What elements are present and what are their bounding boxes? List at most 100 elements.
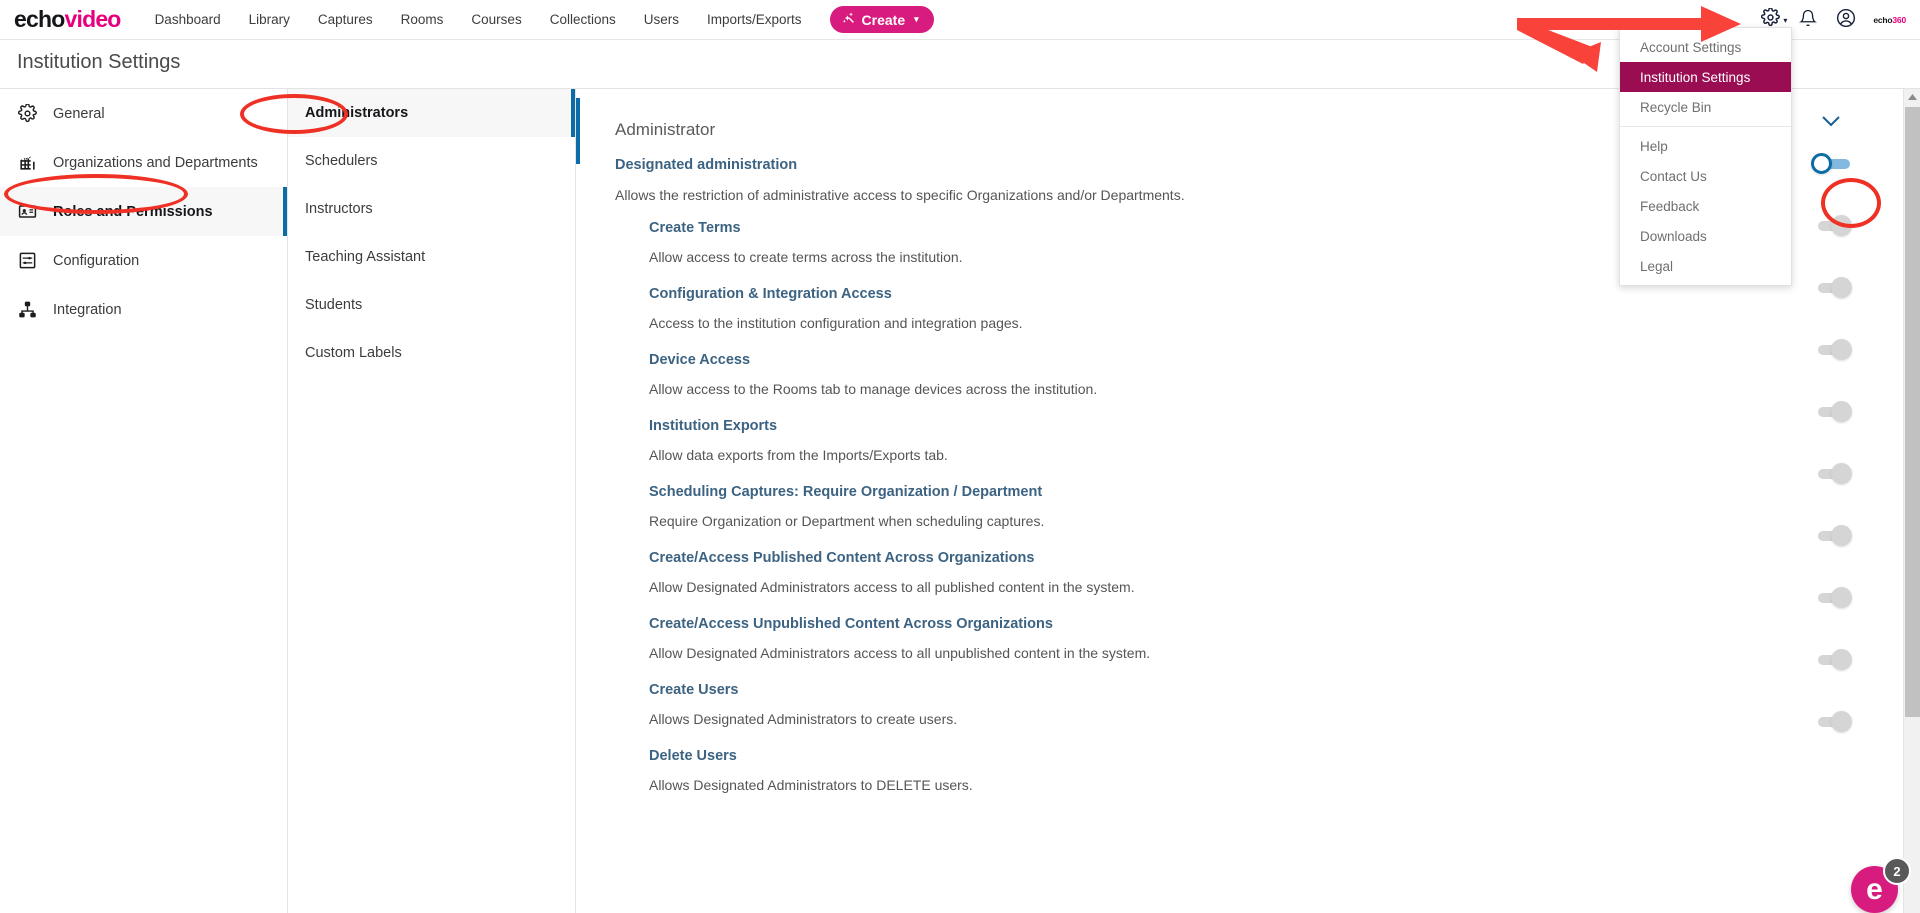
subnav-item-custom-labels[interactable]: Custom Labels xyxy=(288,329,575,377)
permission-create-access-published-content: Create/Access Published Content Across O… xyxy=(649,550,1903,595)
menu-item-label: Contact Us xyxy=(1640,168,1707,184)
bell-icon xyxy=(1799,9,1818,32)
scroll-up-arrow-icon[interactable] xyxy=(1904,89,1920,106)
echo360-logo-360: 360 xyxy=(1892,15,1906,25)
permission-description: Require Organization or Department when … xyxy=(649,513,1045,529)
permission-title[interactable]: Institution Exports xyxy=(649,418,1903,434)
collapse-section-button[interactable] xyxy=(1821,114,1841,132)
subnav-item-label: Instructors xyxy=(305,201,373,217)
sidebar-item-label: Organizations and Departments xyxy=(53,154,258,171)
toggle-institution-exports[interactable] xyxy=(1811,401,1855,423)
subnav-item-schedulers[interactable]: Schedulers xyxy=(288,137,575,185)
subnav-item-administrators[interactable]: Administrators xyxy=(288,89,575,137)
nav-link-dashboard[interactable]: Dashboard xyxy=(155,12,221,27)
toggle-knob xyxy=(1831,339,1852,360)
sidebar-item-general[interactable]: General xyxy=(0,89,287,138)
subnav-item-label: Schedulers xyxy=(305,153,378,169)
menu-item-label: Downloads xyxy=(1640,228,1707,244)
nav-link-users[interactable]: Users xyxy=(644,12,679,27)
toggle-knob xyxy=(1831,525,1852,546)
id-card-icon xyxy=(17,201,38,222)
menu-separator xyxy=(1620,126,1791,127)
toggle-configuration-integration-access[interactable] xyxy=(1811,277,1855,299)
permission-description: Allow Designated Administrators access t… xyxy=(649,645,1151,661)
nav-link-library[interactable]: Library xyxy=(249,12,290,27)
toggle-knob xyxy=(1831,649,1852,670)
subnav-item-label: Students xyxy=(305,297,363,313)
menu-item-label: Institution Settings xyxy=(1640,69,1751,85)
echovideo-logo[interactable]: echovideo xyxy=(14,8,121,31)
nav-link-collections[interactable]: Collections xyxy=(550,12,616,27)
page-scrollbar[interactable] xyxy=(1903,89,1920,913)
toggle-delete-users[interactable] xyxy=(1811,711,1855,733)
subnav-item-students[interactable]: Students xyxy=(288,281,575,329)
toggle-unpublished-content-across-orgs[interactable] xyxy=(1811,587,1855,609)
menu-item-help[interactable]: Help xyxy=(1620,131,1791,161)
settings-dropdown-menu: Account Settings Institution Settings Re… xyxy=(1619,27,1792,286)
settings-chevron-down-icon: ▾ xyxy=(1783,15,1788,25)
menu-item-recycle-bin[interactable]: Recycle Bin xyxy=(1620,92,1791,122)
subnav-item-label: Administrators xyxy=(305,105,409,121)
nav-link-imports-exports[interactable]: Imports/Exports xyxy=(707,12,802,27)
permission-toggles-column xyxy=(1783,89,1903,913)
menu-item-institution-settings[interactable]: Institution Settings xyxy=(1620,62,1791,92)
echo360-logo-echo: echo xyxy=(1873,15,1893,25)
toggle-scheduling-captures[interactable] xyxy=(1811,463,1855,485)
create-button[interactable]: Create ▾ xyxy=(829,6,934,33)
permission-title[interactable]: Device Access xyxy=(649,352,1903,368)
subnav-item-instructors[interactable]: Instructors xyxy=(288,185,575,233)
account-circle-icon xyxy=(1836,8,1856,33)
permission-title[interactable]: Scheduling Captures: Require Organizatio… xyxy=(649,484,1903,500)
permission-create-access-unpublished-content: Create/Access Unpublished Content Across… xyxy=(649,616,1903,661)
user-account-button[interactable] xyxy=(1827,0,1865,40)
toggle-knob xyxy=(1831,711,1852,732)
sidebar-item-label: General xyxy=(53,105,105,122)
permission-device-access: Device Access Allow access to the Rooms … xyxy=(649,352,1903,397)
permission-create-users: Create Users Allows Designated Administr… xyxy=(649,682,1903,727)
sitemap-icon xyxy=(17,299,38,320)
toggle-knob xyxy=(1831,277,1852,298)
menu-item-legal[interactable]: Legal xyxy=(1620,251,1791,281)
sidebar-item-label: Configuration xyxy=(53,252,140,269)
menu-item-contact-us[interactable]: Contact Us xyxy=(1620,161,1791,191)
sliders-icon xyxy=(17,250,38,271)
sidebar-item-integration[interactable]: Integration xyxy=(0,285,287,334)
sidebar-item-label: Roles and Permissions xyxy=(53,203,213,220)
logo-text-video: video xyxy=(64,6,121,32)
sidebar-item-label: Integration xyxy=(53,301,122,318)
menu-item-label: Legal xyxy=(1640,258,1674,274)
permission-title[interactable]: Create/Access Published Content Across O… xyxy=(649,550,1903,566)
toggle-designated-administration[interactable] xyxy=(1811,153,1855,175)
toggle-published-content-across-orgs[interactable] xyxy=(1811,525,1855,547)
permission-title[interactable]: Create/Access Unpublished Content Across… xyxy=(649,616,1903,632)
permission-title[interactable]: Delete Users xyxy=(649,748,1903,764)
permission-description: Allows Designated Administrators to DELE… xyxy=(649,777,973,793)
menu-item-feedback[interactable]: Feedback xyxy=(1620,191,1791,221)
nav-link-captures[interactable]: Captures xyxy=(318,12,373,27)
page-title: Institution Settings xyxy=(17,51,181,73)
toggle-create-users[interactable] xyxy=(1811,649,1855,671)
permission-description: Access to the institution configuration … xyxy=(649,315,1023,331)
sidebar-item-organizations-and-departments[interactable]: Organizations and Departments xyxy=(0,138,287,187)
toggle-create-terms[interactable] xyxy=(1811,215,1855,237)
gear-icon xyxy=(17,103,38,124)
menu-item-downloads[interactable]: Downloads xyxy=(1620,221,1791,251)
magic-wand-icon xyxy=(842,11,856,28)
settings-sidebar: General Organizations and Departments Ro… xyxy=(0,89,288,913)
notifications-bell-button[interactable] xyxy=(1789,0,1827,40)
menu-item-account-settings[interactable]: Account Settings xyxy=(1620,32,1791,62)
permission-title[interactable]: Create Users xyxy=(649,682,1903,698)
sidebar-item-roles-and-permissions[interactable]: Roles and Permissions xyxy=(0,187,287,236)
scrollbar-thumb[interactable] xyxy=(1905,107,1920,717)
toggle-knob xyxy=(1831,401,1852,422)
nav-link-rooms[interactable]: Rooms xyxy=(401,12,444,27)
toggle-device-access[interactable] xyxy=(1811,339,1855,361)
nav-link-courses[interactable]: Courses xyxy=(471,12,521,27)
permission-configuration-integration-access: Configuration & Integration Access Acces… xyxy=(649,286,1903,331)
sidebar-item-configuration[interactable]: Configuration xyxy=(0,236,287,285)
logo-text-echo: echo xyxy=(14,6,65,32)
menu-item-label: Feedback xyxy=(1640,198,1700,214)
subnav-item-teaching-assistant[interactable]: Teaching Assistant xyxy=(288,233,575,281)
permission-scheduling-captures-require-org-dept: Scheduling Captures: Require Organizatio… xyxy=(649,484,1903,529)
permission-title[interactable]: Configuration & Integration Access xyxy=(649,286,1903,302)
